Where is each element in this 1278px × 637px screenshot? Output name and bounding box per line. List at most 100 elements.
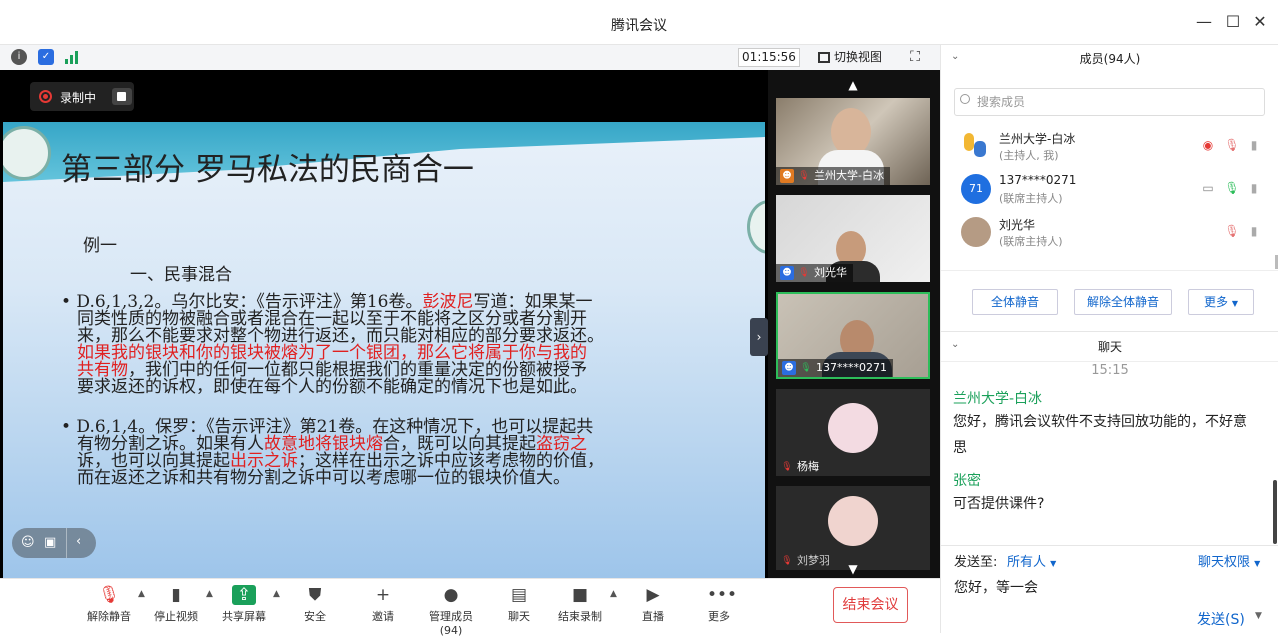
mute-all-button[interactable]: 全体静音 <box>972 289 1058 315</box>
mic-muted-icon: 🎙 <box>781 556 793 566</box>
invite-label: 邀请 <box>372 610 394 623</box>
switch-view-label: 切换视图 <box>834 50 883 64</box>
emoji-icon[interactable]: ☺ <box>21 535 35 550</box>
avatar <box>828 496 878 546</box>
window-title: 腾讯会议 <box>611 18 667 34</box>
mic-muted-icon[interactable]: 🎙 <box>1224 223 1240 239</box>
live-button[interactable]: ▶ 直播 <box>638 585 668 629</box>
member-item[interactable]: 71 137****0271 (联席主持人) ▭ 🎙 ▮ <box>941 170 1278 212</box>
member-role: (联席主持人) <box>999 235 1063 248</box>
tile-name: 137****0271 <box>816 361 887 374</box>
security-button[interactable]: ⛊ 安全 <box>300 585 330 629</box>
stop-video-button[interactable]: ▮ 停止视频 <box>152 585 200 629</box>
slide-text-span: 要求返还的诉权，即使在每个人的份额不能确定的情况下也是如此。 <box>77 377 587 397</box>
manage-members-button[interactable]: ● 管理成员(94) <box>418 585 484 637</box>
chat-bubble-icon[interactable]: ▣ <box>44 535 56 550</box>
caret-down-icon: ▼ <box>1254 559 1261 568</box>
chat-input[interactable]: 您好，等一会 <box>954 577 1038 597</box>
chat-permissions-button[interactable]: 聊天权限 ▼ <box>1198 551 1260 570</box>
floating-control: ☺ ▣ ‹ <box>12 528 96 558</box>
camera-icon[interactable]: ▮ <box>1246 180 1262 196</box>
close-button[interactable]: ✕ <box>1250 12 1270 32</box>
video-tile[interactable]: 🎙 杨梅 <box>776 389 930 476</box>
slide-text-span: 而在返还之诉和共有物分割之诉中可以考虑哪一位的银块价值大。 <box>77 468 570 488</box>
scroll-down-icon[interactable]: ▼ <box>845 563 861 575</box>
minimize-button[interactable]: — <box>1194 12 1214 32</box>
member-item[interactable]: 兰州大学-白冰 (主持人, 我) ◉ 🎙 ▮ <box>941 127 1278 169</box>
send-options-caret[interactable]: ▼ <box>1255 611 1262 621</box>
stop-video-label: 停止视频 <box>154 610 198 623</box>
audio-options-caret[interactable]: ▲ <box>138 589 145 599</box>
chat-scrollbar[interactable] <box>1273 480 1277 544</box>
mic-muted-icon[interactable]: 🎙 <box>1224 137 1240 153</box>
more-button[interactable]: ••• 更多 <box>704 585 737 629</box>
chat-permissions-label: 聊天权限 <box>1198 555 1251 570</box>
end-meeting-button[interactable]: 结束会议 <box>833 587 908 623</box>
mic-active-icon: 🎙 <box>800 363 812 373</box>
recording-indicator: 录制中 <box>30 82 134 111</box>
recording-options-caret[interactable]: ▲ <box>610 589 617 599</box>
collapse-members-icon[interactable]: ⌄ <box>951 51 959 62</box>
end-recording-button[interactable]: ■ 结束录制 <box>556 585 604 629</box>
tile-name: 杨梅 <box>797 460 819 473</box>
collapse-left-icon[interactable]: ‹ <box>76 534 81 549</box>
toggle-gallery-button[interactable]: › <box>750 318 768 356</box>
invite-button[interactable]: + 邀请 <box>368 585 398 629</box>
slide-example: 例一 <box>83 236 117 256</box>
security-icon: ⛊ <box>308 585 322 605</box>
slide-title: 第三部分 罗马私法的民商合一 <box>61 152 474 188</box>
stop-recording-button[interactable] <box>112 88 132 105</box>
chat-label: 聊天 <box>508 610 530 623</box>
more-members-button[interactable]: 更多 ▼ <box>1188 289 1254 315</box>
end-recording-label: 结束录制 <box>558 610 602 623</box>
chat-message: 可否提供课件? <box>953 496 1045 512</box>
info-icon[interactable]: i <box>11 49 27 65</box>
chat-header: 聊天 <box>1097 340 1122 354</box>
collapse-chat-icon[interactable]: ⌄ <box>951 339 959 350</box>
switch-view-button[interactable]: 切换视图 <box>818 48 882 67</box>
member-search-input[interactable]: 搜索成员 <box>954 88 1265 116</box>
unmute-label: 解除静音 <box>87 610 131 623</box>
maximize-button[interactable]: ☐ <box>1223 12 1243 32</box>
caret-down-icon: ▼ <box>1231 299 1238 308</box>
send-to-label: 发送至: <box>954 555 998 570</box>
member-item[interactable]: 刘光华 (联席主持人) 🎙 ▮ <box>941 213 1278 255</box>
send-to-select[interactable]: 所有人 ▼ <box>1007 551 1056 570</box>
chat-sender: 张密 <box>953 473 981 489</box>
share-screen-button[interactable]: ⇪ 共享屏幕 <box>220 585 268 629</box>
scroll-up-icon[interactable]: ▲ <box>845 79 861 91</box>
shield-icon[interactable]: ✓ <box>38 49 54 65</box>
mic-muted-icon: 🎙 <box>98 585 120 605</box>
chat-message: 您好，腾讯会议软件不支持回放功能的，不好意思 <box>953 409 1247 461</box>
video-tile-active-speaker[interactable]: ☻ 🎙 137****0271 <box>776 292 930 379</box>
video-tile[interactable]: ☻ 🎙 刘光华 <box>776 195 930 282</box>
camera-icon[interactable]: ▮ <box>1246 223 1262 239</box>
video-options-caret[interactable]: ▲ <box>206 589 213 599</box>
member-name: 137****0271 <box>999 173 1077 187</box>
camera-icon[interactable]: ▮ <box>1246 137 1262 153</box>
members-icon: ● <box>443 585 459 605</box>
meeting-toolbar: 🎙 解除静音 ▲ ▮ 停止视频 ▲ ⇪ 共享屏幕 ▲ ⛊ 安全 + 邀请 ● 管理成员(94… <box>0 578 940 637</box>
chat-icon: ▤ <box>510 585 528 605</box>
tile-name: 刘光华 <box>814 266 847 279</box>
chat-sender: 兰州大学-白冰 <box>953 391 1043 407</box>
mic-active-icon[interactable]: 🎙 <box>1224 180 1240 196</box>
avatar: 71 <box>961 174 991 204</box>
chat-button[interactable]: ▤ 聊天 <box>504 585 534 629</box>
avatar <box>961 217 991 247</box>
side-panel: 成员(94人) ⌄ 搜索成员 兰州大学-白冰 (主持人, 我) ◉ 🎙 ▮ 71… <box>940 45 1278 633</box>
fullscreen-icon[interactable]: ⛶ <box>906 48 924 66</box>
chat-message-line: 您好，腾讯会议软件不支持回放功能的，不好意 <box>953 414 1247 430</box>
slide-paragraph-2: • D.6,1,4。保罗：《告示评注》第21卷。在这种情况下，也可以提起共 有物分… <box>61 419 604 487</box>
signal-icon[interactable] <box>64 50 80 64</box>
recording-label: 录制中 <box>60 91 97 105</box>
send-button[interactable]: 发送(S) <box>1197 609 1245 629</box>
video-tile[interactable]: 🎙 刘梦羽 <box>776 486 930 570</box>
share-options-caret[interactable]: ▲ <box>273 589 280 599</box>
more-label: 更多 <box>1204 295 1229 309</box>
unmute-button[interactable]: 🎙 解除静音 <box>86 585 132 629</box>
video-tile[interactable]: ☻ 🎙 兰州大学-白冰 <box>776 98 930 185</box>
chat-message-line: 思 <box>953 440 967 456</box>
meeting-top-bar: i ✓ 01:15:56 切换视图 ⛶ <box>0 45 940 70</box>
unmute-all-button[interactable]: 解除全体静音 <box>1074 289 1172 315</box>
